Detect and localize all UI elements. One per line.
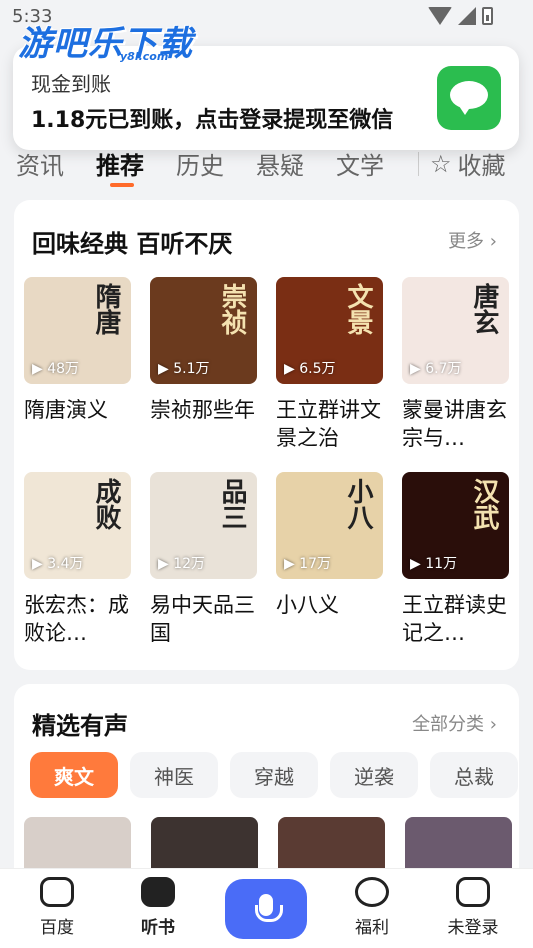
book-cover: 唐玄 ▶ 6.7万 [402,277,509,384]
play-count: ▶ 11万 [410,556,458,572]
section-title: 回味经典 百听不厌 [32,230,233,258]
active-tab-indicator [110,183,134,187]
featured-audio-section: 精选有声 全部分类 › 爽文 神医 穿越 逆袭 总裁 [14,684,519,884]
tab-divider [418,152,419,176]
classics-section: 回味经典 百听不厌 更多 › 隋唐 ▶ 48万 隋唐演义 崇祯 ▶ 5.1万 崇祯那些年文… [14,200,519,670]
cover-title: 汉武 [469,478,499,530]
rewards-icon [355,877,389,907]
book-title: 易中天品三国 [150,593,255,645]
genre-chip[interactable]: 逆袭 [330,752,418,798]
genre-chip[interactable]: 爽文 [30,752,118,798]
play-count: ▶ 3.4万 [32,556,84,572]
book-title: 张宏杰：成败论… [24,593,129,645]
star-icon: ☆ [430,149,452,178]
status-icons [428,7,493,25]
play-count: ▶ 17万 [284,556,332,572]
wifi-icon [428,7,452,25]
tab-recommend[interactable]: 推荐 [96,146,144,181]
audiobook-item[interactable]: 小八 ▶ 17万小八义 [276,472,383,619]
play-count: ▶ 6.7万 [410,361,462,377]
book-cover: 成败 ▶ 3.4万 [24,472,131,579]
cover-title: 文景 [343,283,373,335]
more-label: 更多 [448,231,485,252]
book-cover: 品三 ▶ 12万 [150,472,257,579]
cover-title: 品三 [217,478,247,530]
tab-history[interactable]: 历史 [176,146,224,181]
book-title: 王立群讲文景之治 [276,398,381,450]
cover-title: 隋唐 [91,283,121,335]
book-title: 隋唐演义 [24,398,108,422]
favorites-button[interactable]: ☆ 收藏 [430,146,506,181]
chevron-right-icon: › [489,231,497,252]
audiobook-item[interactable]: 唐玄 ▶ 6.7万蒙曼讲唐玄宗与… [402,277,509,452]
nav-label: 福利 [355,918,389,938]
book-cover: 小八 ▶ 17万 [276,472,383,579]
nav-baidu[interactable]: 百度 [17,877,97,938]
all-categories-link[interactable]: 全部分类 › [412,710,497,736]
bottom-nav: 百度 听书 福利 未登录 [0,868,533,948]
audiobook-item[interactable]: 汉武 ▶ 11万王立群读史记之… [402,472,509,647]
tab-news[interactable]: 资讯 [16,146,64,181]
nav-label: 未登录 [447,918,499,938]
tab-literature[interactable]: 文学 [336,146,384,181]
chevron-right-icon: › [489,714,497,735]
play-count: ▶ 12万 [158,556,206,572]
book-cover: 文景 ▶ 6.5万 [276,277,383,384]
genre-chip[interactable]: 总裁 [430,752,518,798]
notification-body: 1.18元已到账，点击登录提现至微信 [31,108,394,133]
nav-label: 听书 [141,918,175,938]
play-count: ▶ 6.5万 [284,361,336,377]
book-title: 蒙曼讲唐玄宗与… [402,398,507,450]
voice-search-button[interactable] [225,879,307,939]
cover-title: 崇祯 [217,283,247,335]
cover-title: 成败 [91,478,121,530]
more-link[interactable]: 更多 › [448,227,497,253]
play-count: ▶ 5.1万 [158,361,210,377]
nav-rewards[interactable]: 福利 [332,877,412,938]
book-title: 小八义 [276,593,339,617]
signal-icon [458,7,476,25]
notification-title: 现金到账 [31,72,111,96]
play-count: ▶ 48万 [32,361,80,377]
book-cover: 汉武 ▶ 11万 [402,472,509,579]
section-title: 精选有声 [32,712,128,740]
nav-audiobook[interactable]: 听书 [118,877,198,938]
audiobook-item[interactable]: 品三 ▶ 12万易中天品三国 [150,472,257,647]
wechat-icon [437,66,501,130]
book-title: 王立群读史记之… [402,593,507,645]
all-categories-label: 全部分类 [412,714,485,735]
nav-profile[interactable]: 未登录 [433,877,513,938]
favorites-label: 收藏 [457,152,506,180]
audiobook-item[interactable]: 文景 ▶ 6.5万王立群讲文景之治 [276,277,383,452]
baidu-icon [40,877,74,907]
genre-chip[interactable]: 神医 [130,752,218,798]
nav-label: 百度 [40,918,74,938]
book-title: 崇祯那些年 [150,398,255,422]
audiobook-item[interactable]: 成败 ▶ 3.4万张宏杰：成败论… [24,472,131,647]
genre-chips: 爽文 神医 穿越 逆袭 总裁 [30,752,518,798]
cover-title: 唐玄 [469,283,499,335]
battery-icon [482,7,493,25]
watermark-domain: y8l.com [120,50,169,63]
audiobook-item[interactable]: 崇祯 ▶ 5.1万崇祯那些年 [150,277,257,424]
audiobook-item[interactable]: 隋唐 ▶ 48万隋唐演义 [24,277,131,424]
book-cover: 崇祯 ▶ 5.1万 [150,277,257,384]
tab-suspense[interactable]: 悬疑 [256,146,304,181]
audiobook-icon [141,877,175,907]
profile-icon [456,877,490,907]
cover-title: 小八 [343,478,373,530]
genre-chip[interactable]: 穿越 [230,752,318,798]
book-cover: 隋唐 ▶ 48万 [24,277,131,384]
